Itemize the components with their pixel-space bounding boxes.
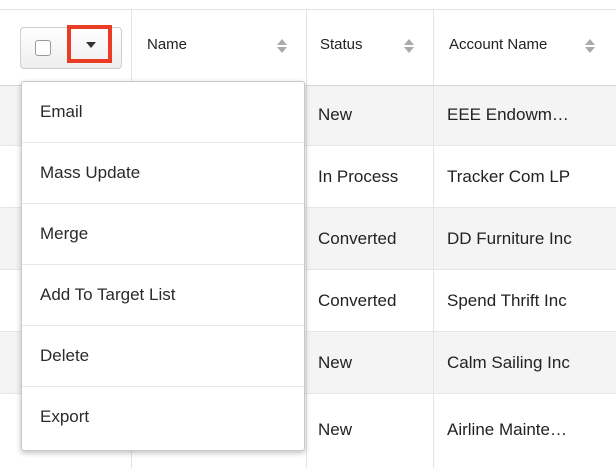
sort-icon[interactable] (585, 39, 595, 53)
status-cell: Converted (318, 229, 397, 248)
account-name-cell[interactable]: Tracker Com LP (447, 167, 570, 187)
column-header-label: Account Name (449, 36, 548, 53)
list-view-table: New EEE Endowm… In Process Tracker Com L… (0, 0, 616, 468)
status-cell: New (318, 353, 353, 372)
select-column-header (0, 10, 132, 85)
select-all-checkbox[interactable] (35, 40, 51, 56)
account-name-cell[interactable]: Spend Thrift Inc (447, 291, 567, 311)
menu-item-label: Add To Target List (40, 285, 176, 304)
status-cell: New (318, 105, 353, 124)
menu-item-label: Mass Update (40, 163, 141, 182)
status-cell: New (318, 420, 353, 439)
column-header-name[interactable]: Name (131, 10, 307, 85)
menu-item-label: Delete (40, 346, 90, 365)
column-header-account-name[interactable]: Account Name (433, 10, 616, 85)
account-name-cell[interactable]: Calm Sailing Inc (447, 353, 570, 373)
menu-item-add-to-target-list[interactable]: Add To Target List (22, 265, 304, 326)
column-divider (306, 84, 307, 468)
caret-down-icon (86, 42, 96, 48)
menu-item-delete[interactable]: Delete (22, 326, 304, 387)
mass-select-button[interactable] (20, 25, 122, 69)
status-cell: In Process (318, 167, 399, 186)
column-header-label: Name (147, 36, 188, 53)
menu-item-label: Merge (40, 224, 89, 243)
menu-item-label: Export (40, 407, 90, 426)
sort-icon[interactable] (404, 39, 414, 53)
menu-item-export[interactable]: Export (22, 387, 304, 448)
table-header: Name Status Account Name (0, 9, 616, 86)
account-name-cell[interactable]: DD Furniture Inc (447, 229, 572, 249)
menu-item-merge[interactable]: Merge (22, 204, 304, 265)
sort-icon[interactable] (277, 39, 287, 53)
actions-dropdown-toggle[interactable] (67, 25, 112, 63)
column-divider (433, 84, 434, 468)
account-name-cell[interactable]: EEE Endowm… (447, 105, 569, 125)
account-name-cell[interactable]: Airline Mainte… (447, 420, 567, 440)
mass-actions-menu: Email Mass Update Merge Add To Target Li… (21, 81, 305, 451)
column-header-label: Status (320, 36, 363, 53)
column-header-status[interactable]: Status (306, 10, 434, 85)
status-cell: Converted (318, 291, 397, 310)
menu-item-mass-update[interactable]: Mass Update (22, 143, 304, 204)
menu-item-email[interactable]: Email (22, 82, 304, 143)
menu-item-label: Email (40, 102, 83, 121)
